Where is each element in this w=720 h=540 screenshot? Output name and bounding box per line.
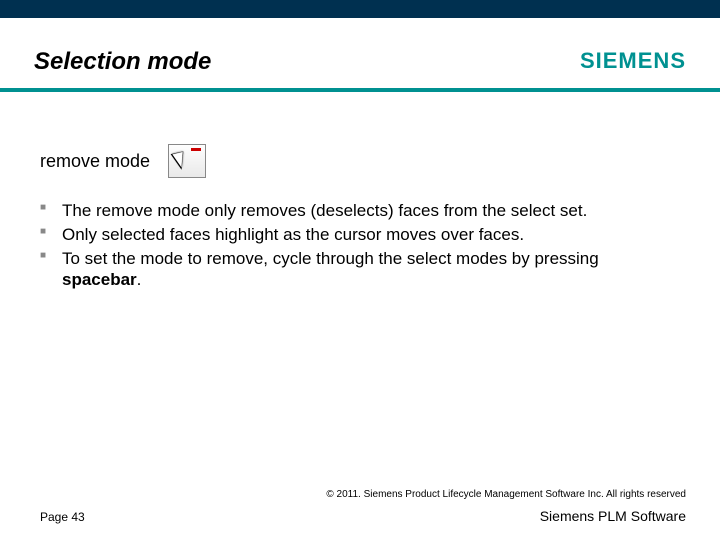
subhead: remove mode xyxy=(40,151,150,172)
top-accent-bar xyxy=(0,0,720,18)
copyright-text: © 2011. Siemens Product Lifecycle Manage… xyxy=(326,489,686,500)
bullet-item: Only selected faces highlight as the cur… xyxy=(40,224,680,246)
bullet-item: The remove mode only removes (deselects)… xyxy=(40,200,680,222)
slide: Selection mode SIEMENS remove mode The r… xyxy=(0,0,720,540)
plm-brand: Siemens PLM Software xyxy=(540,508,686,524)
bullet-strong: spacebar xyxy=(62,270,137,289)
bullet-tail: . xyxy=(137,270,142,289)
subhead-row: remove mode xyxy=(40,144,206,178)
bullet-text: To set the mode to remove, cycle through… xyxy=(62,249,599,268)
page-number: Page 43 xyxy=(40,510,85,524)
bullet-item: To set the mode to remove, cycle through… xyxy=(40,248,680,292)
accent-rule xyxy=(0,88,720,92)
cursor-remove-icon xyxy=(168,144,206,178)
title-band: Selection mode SIEMENS xyxy=(0,18,720,88)
slide-title: Selection mode xyxy=(34,48,211,76)
siemens-logo: SIEMENS xyxy=(580,48,686,74)
bullet-list: The remove mode only removes (deselects)… xyxy=(40,200,680,293)
minus-icon xyxy=(191,148,201,151)
